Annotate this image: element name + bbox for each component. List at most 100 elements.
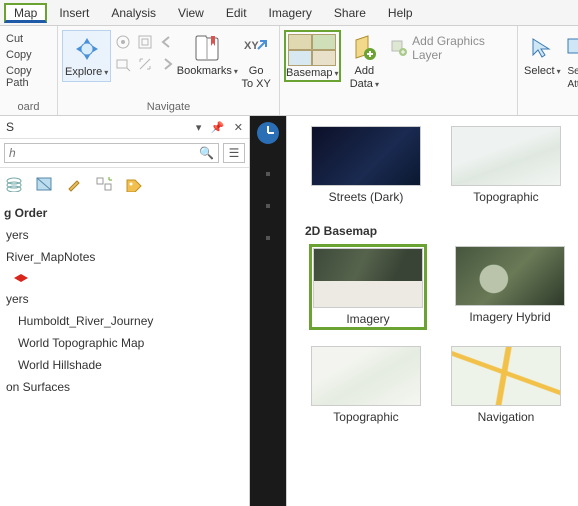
basemap-thumb xyxy=(311,346,421,406)
add-data-label-1: Add xyxy=(355,65,375,77)
view-handle-icon xyxy=(266,204,270,208)
panel-close-icon[interactable]: ✕ xyxy=(234,122,243,134)
tree-item[interactable]: River_MapNotes xyxy=(4,246,249,268)
search-input[interactable] xyxy=(9,146,199,160)
group-label-navigate: Navigate xyxy=(62,99,275,115)
scale-lock-icon[interactable] xyxy=(135,54,155,74)
select-attr-icon xyxy=(566,32,578,64)
ribbon-group-layer: Basemap AddData Add Graphics Layer xyxy=(280,26,518,115)
basemap-label: Imagery xyxy=(346,312,389,326)
basemap-thumb xyxy=(451,126,561,186)
basemap-topographic[interactable]: Topographic xyxy=(451,126,561,204)
menu-insert[interactable]: Insert xyxy=(49,3,99,23)
tree-item[interactable]: yers xyxy=(4,288,249,310)
basemap-topographic-2[interactable]: Topographic xyxy=(311,346,421,424)
basemap-label: Imagery Hybrid xyxy=(469,310,550,324)
ribbon-group-navigate: Explore Bookmarks xyxy=(58,26,280,115)
time-slider-icon[interactable] xyxy=(257,122,279,144)
explore-icon xyxy=(71,33,103,65)
menu-imagery[interactable]: Imagery xyxy=(259,3,322,23)
list-by-drawing-icon[interactable] xyxy=(4,174,24,194)
ribbon-group-clipboard: Cut Copy Copy Path oard xyxy=(0,26,58,115)
goto-xy-label-1: Go xyxy=(249,65,264,77)
basemap-button[interactable]: Basemap xyxy=(284,30,341,82)
basemap-label: Streets (Dark) xyxy=(329,190,404,204)
panel-title: S xyxy=(6,120,14,134)
tree-item[interactable]: on Surfaces xyxy=(4,376,249,398)
full-extent-icon[interactable] xyxy=(113,32,133,52)
basemap-thumb xyxy=(313,248,423,308)
list-by-source-icon[interactable] xyxy=(34,174,54,194)
panel-menu-icon[interactable]: ▾ xyxy=(196,122,202,134)
panel-pin-icon[interactable]: 📌 xyxy=(211,122,225,134)
menu-share[interactable]: Share xyxy=(324,3,376,23)
svg-text:XY: XY xyxy=(244,40,259,52)
search-filter-button[interactable]: ☰ xyxy=(223,143,245,163)
tree-item[interactable]: yers xyxy=(4,224,249,246)
basemap-gallery: Streets (Dark) Topographic 2D Basemap Im… xyxy=(286,116,578,506)
view-handle-icon xyxy=(266,172,270,176)
tree-item[interactable]: Humboldt_River_Journey xyxy=(4,310,249,332)
add-graphics-icon xyxy=(390,39,408,57)
tree-item-symbol[interactable] xyxy=(4,268,249,288)
drawing-order-heading: g Order xyxy=(0,200,249,224)
select-label: Select xyxy=(524,65,555,77)
menu-analysis[interactable]: Analysis xyxy=(101,3,166,23)
basemap-imagery[interactable]: Imagery xyxy=(311,246,425,328)
zoom-fixed-icon[interactable] xyxy=(135,32,155,52)
map-view-edge xyxy=(250,116,286,506)
basemap-imagery-hybrid[interactable]: Imagery Hybrid xyxy=(455,246,565,328)
goto-xy-button[interactable]: XY GoTo XY xyxy=(237,30,275,93)
goto-xy-icon: XY xyxy=(240,32,272,64)
bookmarks-label: Bookmarks xyxy=(177,65,232,77)
tree-item[interactable]: World Topographic Map xyxy=(4,332,249,354)
explore-button[interactable]: Explore xyxy=(62,30,111,82)
basemap-label: Basemap xyxy=(286,67,332,79)
select-button[interactable]: Select xyxy=(522,30,563,80)
basemap-icon xyxy=(288,34,336,66)
add-data-label-2: Data xyxy=(350,78,373,90)
add-data-button[interactable]: AddData xyxy=(343,30,387,93)
cut-button[interactable]: Cut xyxy=(4,32,53,46)
panel-header: S ▾ 📌 ✕ xyxy=(0,116,249,139)
menubar: Map Insert Analysis View Edit Imagery Sh… xyxy=(0,0,578,26)
ribbon: Cut Copy Copy Path oard Explore xyxy=(0,26,578,116)
copy-path-button[interactable]: Copy Path xyxy=(4,64,53,90)
basemap-thumb xyxy=(311,126,421,186)
menu-map[interactable]: Map xyxy=(4,3,47,23)
list-by-snap-icon[interactable] xyxy=(94,174,114,194)
view-handle-icon xyxy=(266,236,270,240)
basemap-thumb xyxy=(455,246,565,306)
explore-label: Explore xyxy=(65,66,102,78)
next-extent-icon[interactable] xyxy=(157,54,177,74)
basemap-navigation[interactable]: Navigation xyxy=(451,346,561,424)
menu-edit[interactable]: Edit xyxy=(216,3,257,23)
basemap-streets-dark[interactable]: Streets (Dark) xyxy=(311,126,421,204)
select-by-attributes-button[interactable]: SeAtt xyxy=(565,30,578,93)
list-by-edit-icon[interactable] xyxy=(64,174,84,194)
group-label-clipboard: oard xyxy=(4,99,53,115)
list-by-label-icon[interactable] xyxy=(124,174,144,194)
goto-xy-label-2: To XY xyxy=(241,78,270,90)
point-symbol-icon xyxy=(12,272,30,284)
layer-tree: yers River_MapNotes yers Humboldt_River_… xyxy=(0,224,249,398)
bookmarks-button[interactable]: Bookmarks xyxy=(179,30,235,80)
basemap-label: Navigation xyxy=(478,410,535,424)
zoom-selection-icon[interactable] xyxy=(113,54,133,74)
menu-view[interactable]: View xyxy=(168,3,214,23)
navigate-small-tools xyxy=(113,30,177,74)
prev-extent-icon[interactable] xyxy=(157,32,177,52)
bookmarks-icon xyxy=(191,32,223,64)
menu-help[interactable]: Help xyxy=(378,3,423,23)
panel-view-toolbar xyxy=(0,168,249,200)
tree-item[interactable]: World Hillshade xyxy=(4,354,249,376)
basemap-section-2d: 2D Basemap xyxy=(297,216,578,240)
ribbon-group-selection: Select SeAtt xyxy=(518,26,578,115)
basemap-label: Topographic xyxy=(473,190,538,204)
search-icon[interactable]: 🔍 xyxy=(199,146,214,160)
select-icon xyxy=(526,32,558,64)
copy-button[interactable]: Copy xyxy=(4,48,53,62)
add-graphics-layer-button[interactable]: Add Graphics Layer xyxy=(388,30,513,66)
add-graphics-label: Add Graphics Layer xyxy=(412,34,511,62)
search-box: 🔍 xyxy=(4,143,219,163)
